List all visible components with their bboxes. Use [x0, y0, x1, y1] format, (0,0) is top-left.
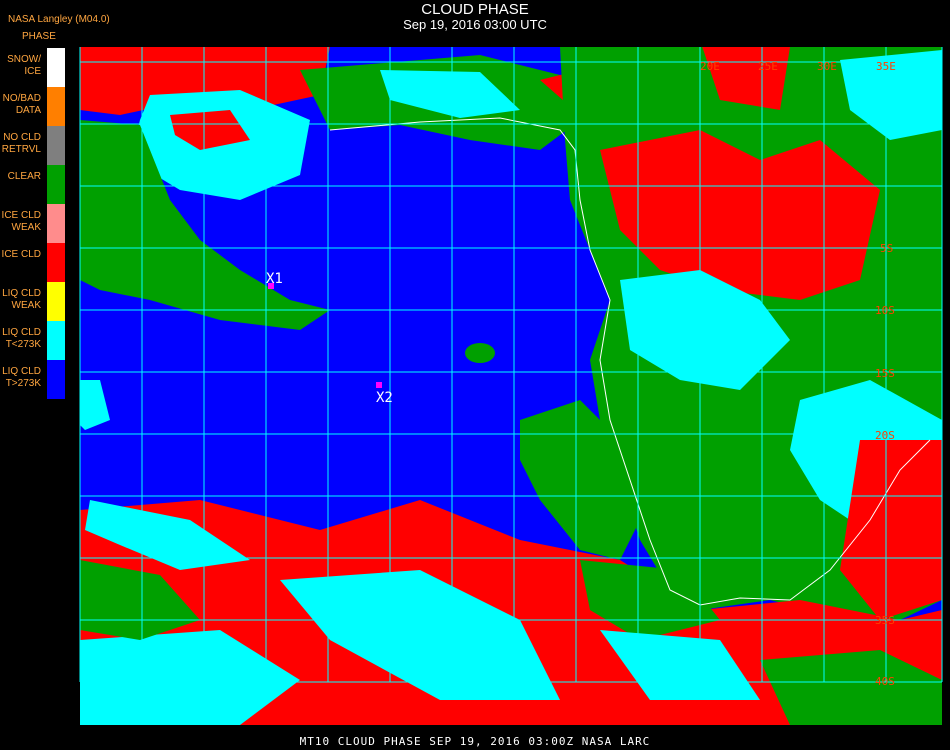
lon-label: 35E — [876, 60, 896, 73]
lat-label: 40S — [875, 675, 895, 688]
satellite-image-viewer: 20E 25E 30E 35E 5S 10S 15S 20S 35S 40S X… — [0, 0, 950, 750]
legend-label: NO/BAD DATA — [2, 93, 41, 116]
legend-item-liquid-cloud-weak: LIQ CLD WEAK — [0, 282, 65, 321]
lon-label: 25E — [758, 60, 778, 73]
legend-item-no-cloud-retrieval: NO CLD RETRVL — [0, 126, 65, 165]
map-timestamp: Sep 19, 2016 03:00 UTC — [403, 17, 547, 32]
legend-label: ICE CLD WEAK — [1, 210, 41, 233]
legend-swatch — [47, 204, 65, 243]
legend-item-no-bad-data: NO/BAD DATA — [0, 87, 65, 126]
legend-label: ICE CLD — [1, 249, 41, 260]
legend-swatch — [47, 165, 65, 204]
marker-x2-point — [376, 382, 382, 388]
legend-swatch — [47, 243, 65, 282]
legend-swatch — [47, 321, 65, 360]
legend-swatch — [47, 282, 65, 321]
footer-caption: MT10 CLOUD PHASE SEP 19, 2016 03:00Z NAS… — [299, 735, 651, 748]
legend-label: CLEAR — [7, 171, 41, 182]
phase-legend: SNOW/ ICE NO/BAD DATA NO CLD RETRVL CLEA… — [0, 48, 65, 399]
legend-label: LIQ CLD WEAK — [2, 288, 41, 311]
legend-title: PHASE — [22, 31, 56, 42]
lat-label: 35S — [875, 614, 895, 627]
lon-label: 30E — [817, 60, 837, 73]
legend-swatch — [47, 48, 65, 87]
lat-label: 10S — [875, 304, 895, 317]
lat-label: 20S — [875, 429, 895, 442]
legend-item-clear: CLEAR — [0, 165, 65, 204]
legend-swatch — [47, 126, 65, 165]
legend-swatch — [47, 87, 65, 126]
legend-swatch — [47, 360, 65, 399]
legend-label: SNOW/ ICE — [7, 54, 41, 77]
marker-x1-label: X1 — [266, 271, 283, 287]
legend-item-liquid-cloud-warm: LIQ CLD T>273K — [0, 360, 65, 399]
lon-label: 20E — [700, 60, 720, 73]
legend-item-liquid-cloud-cold: LIQ CLD T<273K — [0, 321, 65, 360]
marker-x2-label: X2 — [376, 390, 393, 406]
legend-label: LIQ CLD T<273K — [2, 327, 41, 350]
cloud-phase-map: 20E 25E 30E 35E 5S 10S 15S 20S 35S 40S X… — [79, 47, 943, 725]
legend-label: NO CLD RETRVL — [1, 132, 41, 155]
legend-label: LIQ CLD T>273K — [2, 366, 41, 389]
lat-label: 15S — [875, 367, 895, 380]
legend-item-snow-ice: SNOW/ ICE — [0, 48, 65, 87]
marker-x1[interactable]: X1 — [266, 271, 283, 289]
clear-region — [465, 343, 495, 363]
legend-item-ice-cloud-weak: ICE CLD WEAK — [0, 204, 65, 243]
legend-item-ice-cloud: ICE CLD — [0, 243, 65, 282]
map-title: CLOUD PHASE — [421, 1, 529, 18]
lat-label: 5S — [880, 242, 893, 255]
